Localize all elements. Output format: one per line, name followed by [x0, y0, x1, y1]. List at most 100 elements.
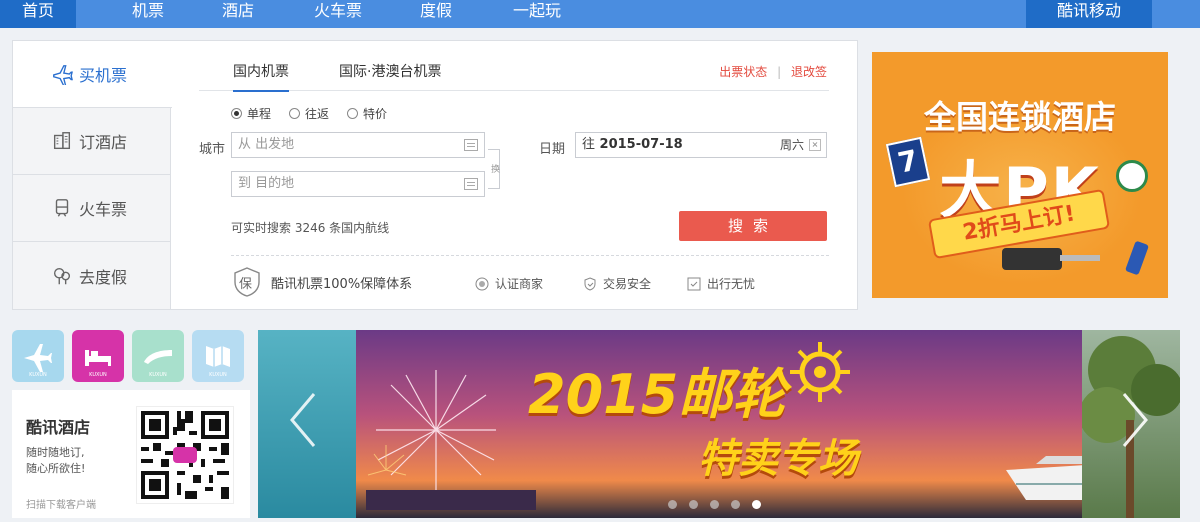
carousel-dot[interactable] [710, 500, 719, 509]
clear-date-icon[interactable]: × [809, 139, 821, 151]
guarantee-badge-text: 保 [239, 277, 253, 292]
nav-item-vacation[interactable]: 度假 [404, 0, 468, 28]
key-blade-icon [1060, 255, 1100, 261]
tab-international[interactable]: 国际·港澳台机票 [339, 61, 441, 81]
guarantee-item-label: 认证商家 [495, 277, 544, 291]
swap-cities-button[interactable]: 换 [488, 149, 500, 189]
sidebar-item-vacation[interactable]: 去度假 [13, 242, 171, 309]
fireworks-illustration [366, 370, 536, 510]
date-input[interactable]: 往 2015-07-18 周六 × [575, 132, 827, 158]
radio-one-way[interactable]: 单程 [231, 105, 271, 122]
ad-title: 全国连锁酒店 [923, 98, 1116, 136]
tab-domestic[interactable]: 国内机票 [233, 61, 289, 92]
sidebar-item-hotels[interactable]: 订酒店 [13, 108, 171, 175]
date-prefix: 往 [582, 137, 596, 152]
to-city-input[interactable]: 到 目的地 [231, 171, 485, 197]
date-value: 2015-07-18 [599, 137, 683, 152]
radio-dot [347, 108, 359, 119]
guarantee-item-secure: 交易安全 [583, 275, 651, 292]
scan-hint: 扫描下载客户端 [26, 500, 96, 511]
app-caption: KUXUN [209, 372, 227, 378]
sidebar-item-label: 去度假 [79, 267, 128, 287]
plane-icon [24, 344, 52, 372]
to-placeholder: 到 目的地 [238, 176, 295, 191]
link-separator: | [777, 65, 782, 79]
map-icon [206, 346, 230, 367]
search-panel: 买机票 订酒店 火车票 去度假 国内机票 国际·港澳台机票 出票状态 | 退改签… [12, 40, 858, 310]
search-button[interactable]: 搜索 [679, 211, 827, 241]
brand-logo-icon [1116, 160, 1148, 192]
nav-item-hotels[interactable]: 酒店 [206, 0, 270, 28]
train-icon [55, 199, 69, 217]
bed-icon [85, 350, 111, 366]
guarantee-item-worry-free: 出行无忧 [687, 275, 755, 292]
banner-subtitle: 特卖专场 [698, 436, 858, 482]
app-caption: KUXUN [89, 372, 107, 378]
key-icon [1002, 248, 1062, 270]
banner-title: 2015邮轮 [528, 363, 787, 426]
nav-item-flights[interactable]: 机票 [116, 0, 180, 28]
radio-round-trip[interactable]: 往返 [289, 105, 329, 122]
chevron-left-icon[interactable] [286, 390, 320, 450]
train-icon [144, 350, 172, 364]
date-label: 日期 [539, 142, 566, 157]
plane-icon [53, 65, 73, 85]
hotel-app-desc-2: 随心所欲住! [26, 462, 86, 475]
nav-item-trains[interactable]: 火车票 [298, 0, 378, 28]
map-app-icon[interactable]: KUXUN [192, 330, 244, 382]
cruise-banner[interactable]: 2015邮轮 特卖专场 [258, 330, 1180, 518]
guarantee-item-certified: 认证商家 [475, 275, 543, 292]
guarantee-item-label: 交易安全 [603, 277, 652, 291]
qr-code [136, 406, 234, 504]
carousel-dots [668, 500, 761, 509]
weekday: 周六 [779, 138, 804, 152]
carousel-dot[interactable] [689, 500, 698, 509]
divider [231, 255, 829, 256]
carousel-dot[interactable] [668, 500, 677, 509]
sidebar: 买机票 订酒店 火车票 去度假 [13, 41, 172, 309]
top-links: 出票状态 | 退改签 [719, 63, 827, 80]
calendar-icon [464, 139, 478, 151]
app-icons: KUXUN KUXUN KUXUN KUXUN [12, 330, 244, 382]
ship-wheel-icon [790, 342, 850, 402]
certified-icon [475, 277, 489, 290]
hotel-pk-ad[interactable]: 全国连锁酒店 7 大PK 2折马上订! [872, 52, 1168, 298]
nav-item-play[interactable]: 一起玩 [496, 0, 578, 28]
sidebar-item-trains[interactable]: 火车票 [13, 175, 171, 242]
carousel-dot-active[interactable] [752, 500, 761, 509]
carousel-dot[interactable] [731, 500, 740, 509]
sidebar-item-label: 火车票 [79, 200, 128, 219]
radio-dot [289, 108, 301, 119]
radio-special[interactable]: 特价 [347, 105, 387, 122]
hotel-icon [53, 132, 71, 150]
sidebar-item-label: 订酒店 [79, 133, 128, 152]
nav-item-mobile[interactable]: 酷讯移动 [1026, 0, 1152, 28]
check-icon [687, 277, 701, 290]
ticket-status-link[interactable]: 出票状态 [719, 65, 767, 79]
guarantee-block: 保 酷讯机票100%保障体系 [233, 267, 412, 297]
radio-label: 特价 [363, 107, 388, 121]
city-label: 城市 [199, 142, 226, 157]
shield-icon [584, 276, 596, 291]
hotel-app-icon[interactable]: KUXUN [72, 330, 124, 382]
train-app-icon[interactable]: KUXUN [132, 330, 184, 382]
app-caption: KUXUN [29, 372, 47, 378]
from-placeholder: 从 出发地 [238, 137, 295, 152]
plane-app-icon[interactable]: KUXUN [12, 330, 64, 382]
calendar-icon [464, 178, 478, 190]
chevron-right-icon[interactable] [1118, 390, 1152, 450]
sidebar-item-label: 买机票 [79, 66, 128, 85]
hotel-app-title: 酷讯酒店 [26, 418, 91, 437]
from-city-input[interactable]: 从 出发地 [231, 132, 485, 158]
guarantee-item-label: 出行无忧 [707, 277, 756, 291]
radio-label: 往返 [305, 107, 330, 121]
sidebar-item-flights[interactable]: 买机票 [13, 41, 172, 108]
vacation-icon [53, 267, 71, 284]
app-caption: KUXUN [149, 372, 167, 378]
hotel-app-promo: 酷讯酒店 随时随地订, 随心所欲住! 扫描下载客户端 [12, 390, 250, 518]
nav-item-home[interactable]: 首页 [0, 0, 76, 28]
refund-link[interactable]: 退改签 [791, 65, 827, 79]
hotel-app-desc-1: 随时随地订, [26, 446, 85, 459]
trip-type-group: 单程 往返 特价 [231, 105, 387, 122]
guarantee-text[interactable]: 酷讯机票100%保障体系 [271, 273, 412, 292]
